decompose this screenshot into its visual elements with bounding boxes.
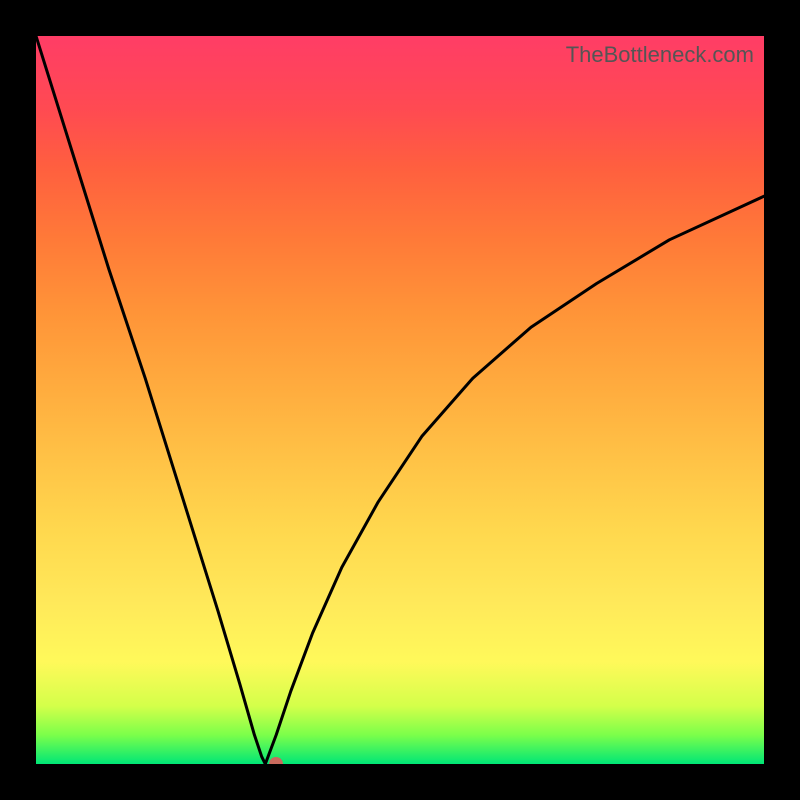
figure-root: TheBottleneck.com [0,0,800,800]
minimum-marker [269,757,283,764]
bottleneck-curve [36,36,764,764]
curve-layer [36,36,764,764]
plot-area: TheBottleneck.com [36,36,764,764]
